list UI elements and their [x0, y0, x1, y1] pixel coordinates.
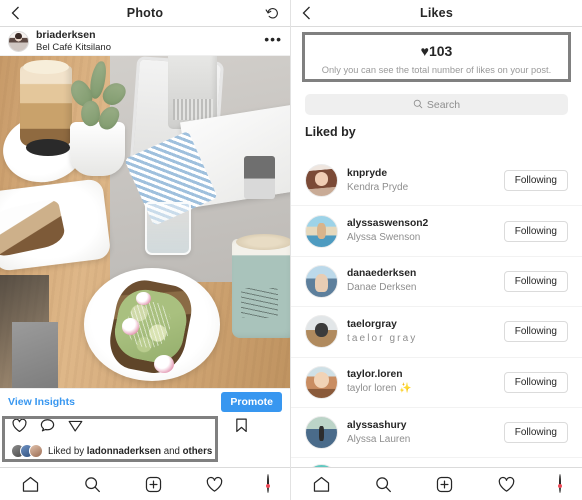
more-options-icon[interactable]: •••	[264, 32, 282, 48]
user-username[interactable]: knpryde	[347, 168, 408, 180]
post-photo[interactable]	[0, 56, 290, 388]
search-icon	[413, 96, 423, 114]
liked-by-heading: Liked by	[305, 125, 356, 139]
liked-by-prefix: Liked by	[48, 445, 87, 457]
view-insights-link[interactable]: View Insights	[8, 396, 75, 408]
avatar[interactable]	[305, 264, 338, 298]
add-post-icon[interactable]	[435, 475, 454, 494]
refresh-history-icon[interactable]	[265, 6, 280, 21]
user-fullname: Alyssa Swenson	[347, 232, 421, 244]
home-icon[interactable]	[312, 475, 331, 494]
liked-by-user-list[interactable]: knpryde Kendra Pryde Following alyssaswe…	[291, 156, 582, 500]
instagram-dual-screen: Photo briaderksen Bel Café Kitsilano •••	[0, 0, 582, 500]
search-input[interactable]: Search	[305, 94, 568, 115]
user-fullname: Kendra Pryde	[347, 181, 409, 193]
likes-count-box: ♥103 Only you can see the total number o…	[305, 35, 568, 85]
action-icons-row	[8, 415, 282, 441]
list-item[interactable]: danaederksen Danae Derksen Following	[291, 257, 582, 308]
share-icon[interactable]	[67, 417, 84, 439]
likes-count-value: 103	[428, 43, 453, 59]
chevron-left-icon[interactable]	[301, 5, 312, 21]
user-username[interactable]: taylor.loren	[347, 369, 412, 381]
user-text: alyssashury Alyssa Lauren	[347, 420, 410, 446]
user-text: alyssaswenson2 Alyssa Swenson	[347, 218, 428, 244]
user-fullname: taylor loren ✨	[347, 383, 412, 395]
liked-by-text: Liked by ladonnaderksen and others	[48, 446, 212, 457]
promote-button[interactable]: Promote	[221, 392, 282, 412]
list-item[interactable]: taylor.loren taylor loren ✨ Following	[291, 358, 582, 408]
likes-count-row: ♥103	[314, 43, 559, 60]
home-icon[interactable]	[21, 475, 40, 494]
search-icon[interactable]	[374, 475, 393, 494]
following-button[interactable]: Following	[503, 270, 568, 292]
page-title: Likes	[420, 6, 453, 20]
bottom-nav-left	[0, 467, 290, 500]
user-text: taylor.loren taylor loren ✨	[347, 369, 412, 395]
likes-header: Likes	[291, 0, 582, 27]
search-placeholder: Search	[426, 98, 461, 111]
chevron-left-icon[interactable]	[10, 5, 21, 21]
liked-by-username[interactable]: ladonnaderksen	[87, 446, 161, 457]
user-text: taelorgray taelor gray	[347, 319, 417, 345]
post-actions-section: Liked by ladonnaderksen and others	[0, 415, 290, 462]
photo-panel: Photo briaderksen Bel Café Kitsilano •••	[0, 0, 291, 500]
notification-dot	[265, 484, 270, 488]
user-username[interactable]: alyssashury	[347, 420, 410, 432]
post-author-text: briaderksen Bel Café Kitsilano	[36, 29, 111, 53]
user-username[interactable]: alyssaswenson2	[347, 218, 428, 230]
list-item[interactable]: alyssaswenson2 Alyssa Swenson Following	[291, 206, 582, 257]
liked-by-others[interactable]: others	[183, 446, 213, 457]
photo-header: Photo	[0, 0, 290, 27]
heart-filled-icon: ♥	[420, 43, 429, 59]
activity-heart-icon[interactable]	[497, 475, 516, 494]
avatar[interactable]	[305, 214, 338, 248]
list-item[interactable]: taelorgray taelor gray Following	[291, 307, 582, 358]
plant-leaves	[65, 59, 131, 139]
user-fullname: Alyssa Lauren	[347, 433, 411, 445]
notification-dot	[557, 484, 562, 488]
avatar[interactable]	[305, 416, 338, 450]
bottom-nav-right	[291, 467, 582, 500]
likes-privacy-note: Only you can see the total number of lik…	[321, 65, 552, 75]
user-text: danaederksen Danae Derksen	[347, 268, 416, 294]
liked-by-middle: and	[161, 445, 183, 457]
search-icon[interactable]	[83, 475, 102, 494]
following-button[interactable]: Following	[503, 371, 568, 393]
post-username[interactable]: briaderksen	[36, 29, 111, 41]
user-username[interactable]: danaederksen	[347, 268, 416, 280]
following-button[interactable]: Following	[503, 220, 568, 242]
insights-row: View Insights Promote	[0, 388, 290, 415]
liked-by-summary[interactable]: Liked by ladonnaderksen and others	[8, 441, 282, 461]
avatar[interactable]	[8, 30, 29, 52]
list-item[interactable]: alyssashury Alyssa Lauren Following	[291, 408, 582, 459]
user-text: knpryde Kendra Pryde	[347, 168, 408, 194]
following-button[interactable]: Following	[503, 170, 568, 192]
likes-summary-section: ♥103 Only you can see the total number o…	[291, 27, 582, 91]
activity-heart-icon[interactable]	[205, 475, 224, 494]
post-location[interactable]: Bel Café Kitsilano	[36, 42, 111, 53]
add-post-icon[interactable]	[144, 475, 163, 494]
likes-panel: Likes ♥103 Only you can see the total nu…	[291, 0, 582, 500]
user-fullname: Danae Derksen	[347, 282, 417, 294]
liked-by-avatars	[11, 444, 43, 458]
following-button[interactable]: Following	[503, 321, 568, 343]
bookmark-icon[interactable]	[234, 417, 282, 439]
avatar[interactable]	[305, 164, 338, 198]
list-item[interactable]: knpryde Kendra Pryde Following	[291, 156, 582, 207]
heart-icon[interactable]	[11, 417, 28, 439]
user-fullname: taelor gray	[347, 332, 418, 344]
avatar[interactable]	[305, 315, 338, 349]
following-button[interactable]: Following	[503, 422, 568, 444]
comment-icon[interactable]	[39, 417, 56, 439]
page-title: Photo	[126, 6, 164, 20]
user-username[interactable]: taelorgray	[347, 319, 417, 331]
post-author-header[interactable]: briaderksen Bel Café Kitsilano •••	[0, 27, 290, 56]
avatar[interactable]	[305, 365, 338, 399]
